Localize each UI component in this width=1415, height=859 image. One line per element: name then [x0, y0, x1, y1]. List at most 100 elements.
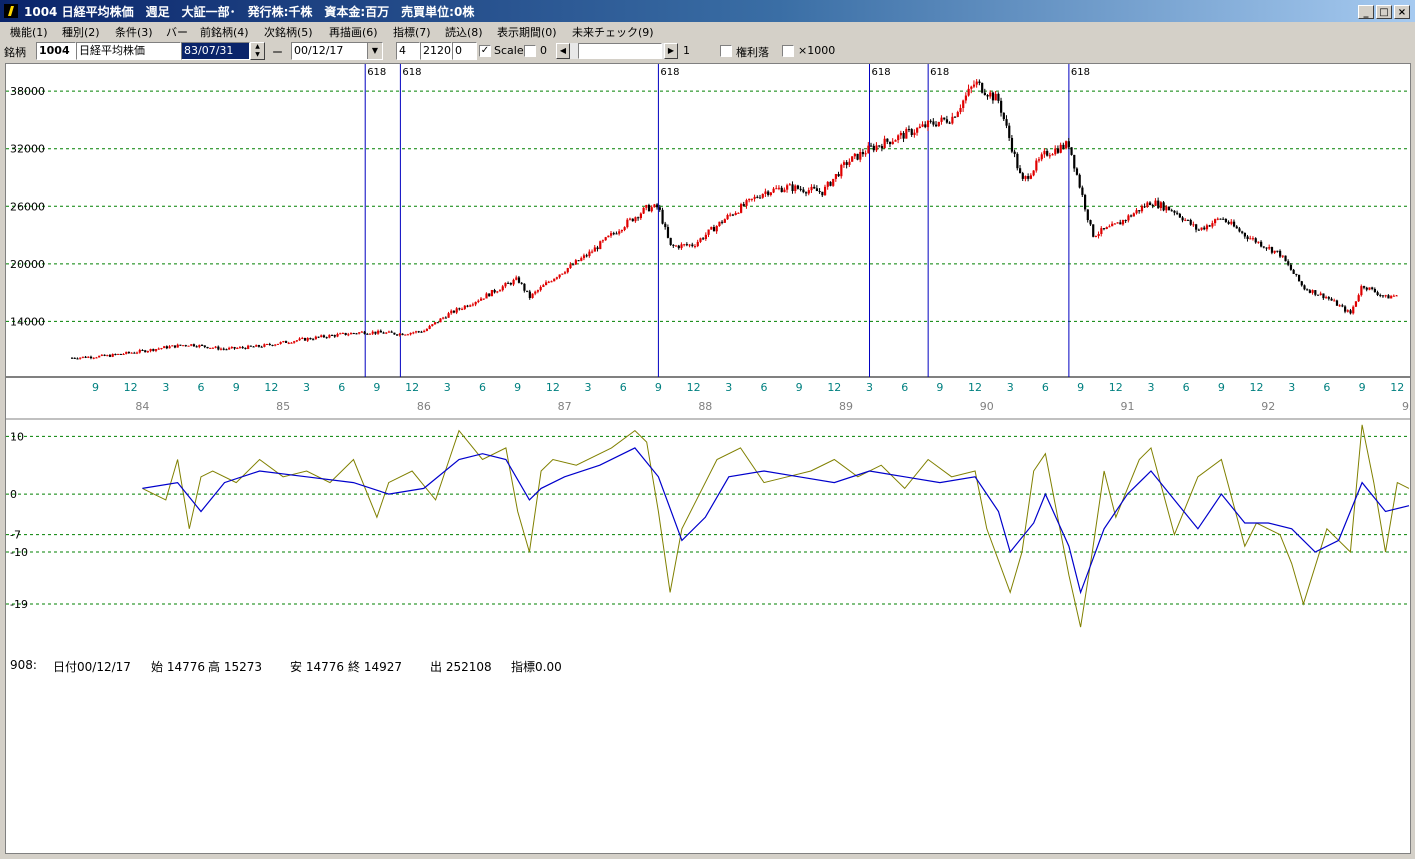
- candle-body: [702, 238, 705, 240]
- minimize-button[interactable]: _: [1358, 5, 1374, 19]
- start-date-input[interactable]: 83/07/31: [181, 42, 250, 60]
- symbol-name-field[interactable]: 日経平均株価: [76, 42, 181, 60]
- scale-value-checkbox[interactable]: [524, 45, 536, 57]
- candle-body: [918, 126, 921, 129]
- candle-body: [661, 209, 664, 224]
- candle-body: [891, 141, 894, 145]
- candle-body: [1178, 213, 1182, 218]
- candle-body: [509, 283, 512, 285]
- oscillator-y-tick-label: -19: [10, 598, 28, 611]
- year-tick-label: 85: [276, 400, 290, 413]
- candle-body: [742, 204, 745, 206]
- candle-body: [344, 332, 347, 335]
- candle-body: [888, 141, 892, 145]
- candle-body: [1279, 250, 1282, 257]
- menu-item-future-check[interactable]: 未来チェック(9): [572, 24, 654, 40]
- scroll-thumb[interactable]: [578, 43, 662, 59]
- month-tick-label: 12: [1390, 381, 1404, 394]
- candle-body: [241, 347, 244, 349]
- menu-item-indicator[interactable]: 指標(7): [393, 24, 431, 40]
- candle-body: [823, 186, 827, 196]
- candle-body: [829, 181, 832, 186]
- chevron-down-icon[interactable]: ▼: [367, 43, 382, 59]
- candle-body: [821, 191, 824, 196]
- candle-body: [680, 244, 683, 249]
- candle-body: [1086, 209, 1089, 221]
- candle-body: [1327, 297, 1330, 299]
- scale-checkbox[interactable]: ✓: [479, 45, 491, 57]
- menu-item-condition[interactable]: 条件(3): [115, 24, 153, 40]
- candle-body: [138, 350, 141, 353]
- menu-item-next-symbol[interactable]: 次銘柄(5): [264, 24, 313, 40]
- candle-body: [1037, 159, 1041, 161]
- x1000-checkbox[interactable]: [782, 45, 794, 57]
- candle-body: [1062, 144, 1065, 149]
- candle-body: [972, 84, 976, 87]
- candle-body: [577, 260, 580, 262]
- end-date-select[interactable]: 00/12/17 ▼: [291, 42, 383, 60]
- candle-body: [469, 305, 472, 307]
- candle-body: [907, 129, 911, 131]
- candle-body: [360, 331, 364, 333]
- scroll-left-icon[interactable]: ◀: [556, 43, 570, 59]
- candle-body: [574, 260, 577, 265]
- symbol-code-input[interactable]: 1004: [36, 42, 76, 60]
- status-indicator: 指標0.00: [511, 660, 562, 674]
- candle-body: [290, 342, 293, 344]
- close-button[interactable]: ×: [1394, 5, 1410, 19]
- candle-body: [777, 187, 781, 189]
- candle-body: [861, 152, 865, 155]
- toolbar: 銘柄 1004 日経平均株価 83/07/31 ▲ ▼ ー 00/12/17 ▼ …: [0, 40, 1415, 62]
- candle-body: [515, 277, 518, 280]
- indicator-param-1-input[interactable]: 4: [396, 42, 420, 60]
- candle-body: [932, 121, 935, 125]
- menu-item-redraw[interactable]: 再描画(6): [329, 24, 378, 40]
- month-tick-label: 9: [1077, 381, 1084, 394]
- maximize-button[interactable]: □: [1376, 5, 1392, 19]
- candle-body: [810, 186, 813, 191]
- candle-body: [656, 204, 659, 208]
- month-tick-label: 12: [124, 381, 138, 394]
- kenri-checkbox[interactable]: [720, 45, 732, 57]
- candle-body: [1251, 238, 1255, 240]
- candle-body: [921, 124, 924, 127]
- candle-body: [1335, 300, 1339, 306]
- month-tick-label: 12: [1109, 381, 1123, 394]
- candle-body: [1186, 219, 1190, 221]
- candle-body: [187, 345, 190, 347]
- candle-body: [1387, 295, 1390, 299]
- candle-body: [1102, 228, 1106, 230]
- menu-item-prev-symbol[interactable]: 前銘柄(4): [200, 24, 249, 40]
- candle-body: [991, 92, 995, 101]
- candle-body: [328, 334, 331, 338]
- scale-value: 0: [540, 44, 547, 57]
- candle-body: [764, 191, 767, 194]
- candle-body: [1330, 298, 1333, 301]
- candle-body: [745, 200, 748, 206]
- scroll-track[interactable]: [570, 43, 664, 59]
- indicator-param-2-input[interactable]: 2120: [420, 42, 452, 60]
- menu-item-load[interactable]: 読込(8): [445, 24, 483, 40]
- candle-body: [783, 189, 786, 193]
- menu-item-type[interactable]: 種別(2): [62, 24, 100, 40]
- candle-body: [1371, 287, 1374, 289]
- candle-body: [352, 333, 355, 335]
- candle-body: [209, 347, 212, 349]
- candle-body: [1368, 287, 1371, 290]
- date-spinner[interactable]: ▲ ▼: [250, 42, 265, 60]
- oscillator-y-tick-label: -7: [10, 529, 21, 542]
- candle-body: [1295, 273, 1298, 275]
- candle-body: [1000, 100, 1003, 113]
- candle-body: [1241, 231, 1244, 233]
- scroll-right-icon[interactable]: ▶: [664, 43, 678, 59]
- month-tick-label: 9: [1218, 381, 1225, 394]
- menu-item-function[interactable]: 機能(1): [10, 24, 48, 40]
- price-y-tick-label: 20000: [10, 258, 45, 271]
- menu-item-display-period[interactable]: 表示期間(0): [497, 24, 557, 40]
- indicator-param-3-input[interactable]: 0: [452, 42, 477, 60]
- candle-body: [1395, 295, 1398, 297]
- candle-body: [266, 344, 269, 346]
- price-y-tick-label: 14000: [10, 315, 45, 328]
- candle-body: [945, 119, 949, 123]
- menu-item-bar[interactable]: バー: [166, 24, 188, 40]
